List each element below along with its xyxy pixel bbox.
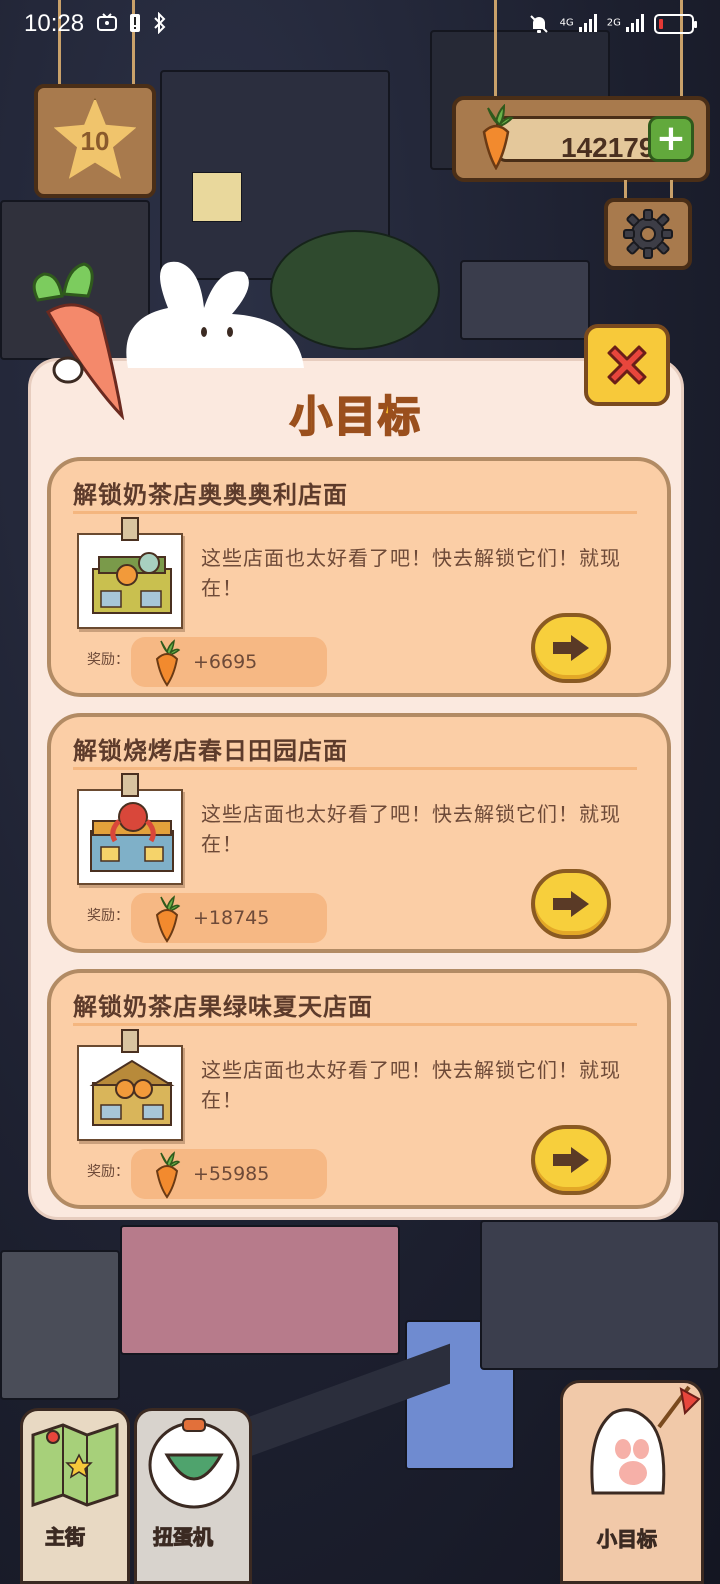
task-description: 这些店面也太好看了吧！快去解锁它们！就现在！ (201, 802, 621, 856)
gacha-capsule-icon (148, 1418, 240, 1509)
status-left-icons (96, 12, 168, 34)
carrot-count-pill: 1421797 (496, 116, 670, 163)
signal-group-2: 2G (607, 12, 644, 36)
mute-bell-icon (529, 15, 548, 33)
arrow-right-icon (553, 1147, 589, 1173)
reward-label: 奖励： (87, 1164, 129, 1180)
battery-icon (654, 14, 697, 34)
task-title: 解锁奶茶店奥奥奥利店面 (73, 481, 348, 509)
clip-icon (121, 773, 139, 797)
network-type-label: 2G (606, 17, 621, 29)
reward-pill: +55985 (131, 1149, 327, 1199)
bunny-paw-icon (590, 1385, 701, 1495)
divider (73, 1023, 637, 1026)
go-button[interactable] (531, 869, 611, 939)
level-badge[interactable]: 10 (34, 84, 156, 198)
go-button[interactable] (531, 1125, 611, 1195)
carrot-currency-panel: 1421797 + (452, 96, 710, 182)
clip-icon (121, 517, 139, 541)
main-street-label: 主街 (45, 1525, 86, 1550)
shop-thumbnail (77, 533, 183, 629)
building (0, 1250, 120, 1400)
gacha-button[interactable]: 扭蛋机 (134, 1408, 252, 1584)
task-title: 解锁奶茶店果绿味夏天店面 (73, 993, 373, 1021)
alert-icon (130, 14, 140, 32)
status-time: 10:28 (24, 10, 85, 37)
close-button[interactable] (584, 324, 670, 406)
small-goal-label: 小目标 (597, 1527, 658, 1552)
reward-pill: +18745 (131, 893, 327, 943)
plus-icon: + (655, 118, 687, 159)
signal-group-1: 4G (560, 12, 597, 36)
milk-tea-shop-icon (89, 1059, 175, 1126)
gear-icon (623, 209, 673, 259)
bunny-icon (126, 261, 304, 368)
building (480, 1220, 720, 1370)
carrot-icon (482, 104, 514, 170)
level-number: 10 (80, 125, 110, 156)
reward-value: +55985 (193, 1163, 270, 1185)
main-street-button[interactable]: 主街 (20, 1408, 130, 1584)
clip-icon (121, 1029, 139, 1053)
arrow-right-icon (553, 891, 589, 917)
app-notification-icon (97, 13, 117, 31)
go-button[interactable] (531, 613, 611, 683)
task-title: 解锁烧烤店春日田园店面 (73, 737, 348, 765)
task-description: 这些店面也太好看了吧！快去解锁它们！就现在！ (201, 546, 621, 600)
goals-dialog: 小目标 解锁奶茶店奥奥奥利店面 这些店面也太好看了吧！快去解锁它们！就现在！ 奖… (28, 358, 684, 1220)
bluetooth-icon (154, 12, 166, 34)
reward-label: 奖励： (87, 652, 129, 668)
reward-value: +6695 (193, 651, 258, 673)
task-description: 这些店面也太好看了吧！快去解锁它们！就现在！ (201, 1058, 621, 1112)
building (460, 260, 590, 340)
carrot-icon (155, 1151, 181, 1199)
task-card: 解锁奶茶店果绿味夏天店面 这些店面也太好看了吧！快去解锁它们！就现在！ 奖励： … (47, 969, 671, 1209)
signal-bars-icon (578, 12, 597, 32)
network-type-label: 4G (559, 17, 574, 29)
task-card: 解锁烧烤店春日田园店面 这些店面也太好看了吧！快去解锁它们！就现在！ 奖励： +… (47, 713, 671, 953)
milk-tea-shop-icon (92, 552, 172, 614)
arrow-right-icon (553, 635, 589, 661)
map-icon (31, 1422, 119, 1508)
carrot-icon (155, 639, 181, 687)
reward-label: 奖励： (87, 908, 129, 924)
signal-bars-icon (626, 12, 644, 32)
carrot-icon (155, 895, 181, 943)
add-carrot-button[interactable]: + (648, 116, 694, 162)
reward-value: +18745 (193, 907, 270, 929)
task-card: 解锁奶茶店奥奥奥利店面 这些店面也太好看了吧！快去解锁它们！就现在！ 奖励： +… (47, 457, 671, 697)
shop-thumbnail (77, 1045, 183, 1141)
gacha-label: 扭蛋机 (153, 1525, 214, 1550)
settings-button[interactable] (604, 198, 692, 270)
shop-thumbnail (77, 789, 183, 885)
small-goal-button[interactable]: 小目标 (560, 1380, 704, 1584)
status-right-icons: 4G 2G (528, 12, 697, 36)
status-bar: 10:28 4G 2G (0, 0, 720, 52)
divider (73, 511, 637, 514)
close-icon (607, 345, 647, 385)
reward-pill: +6695 (131, 637, 327, 687)
bbq-shop-icon (90, 802, 174, 872)
building (120, 1225, 400, 1355)
divider (73, 767, 637, 770)
